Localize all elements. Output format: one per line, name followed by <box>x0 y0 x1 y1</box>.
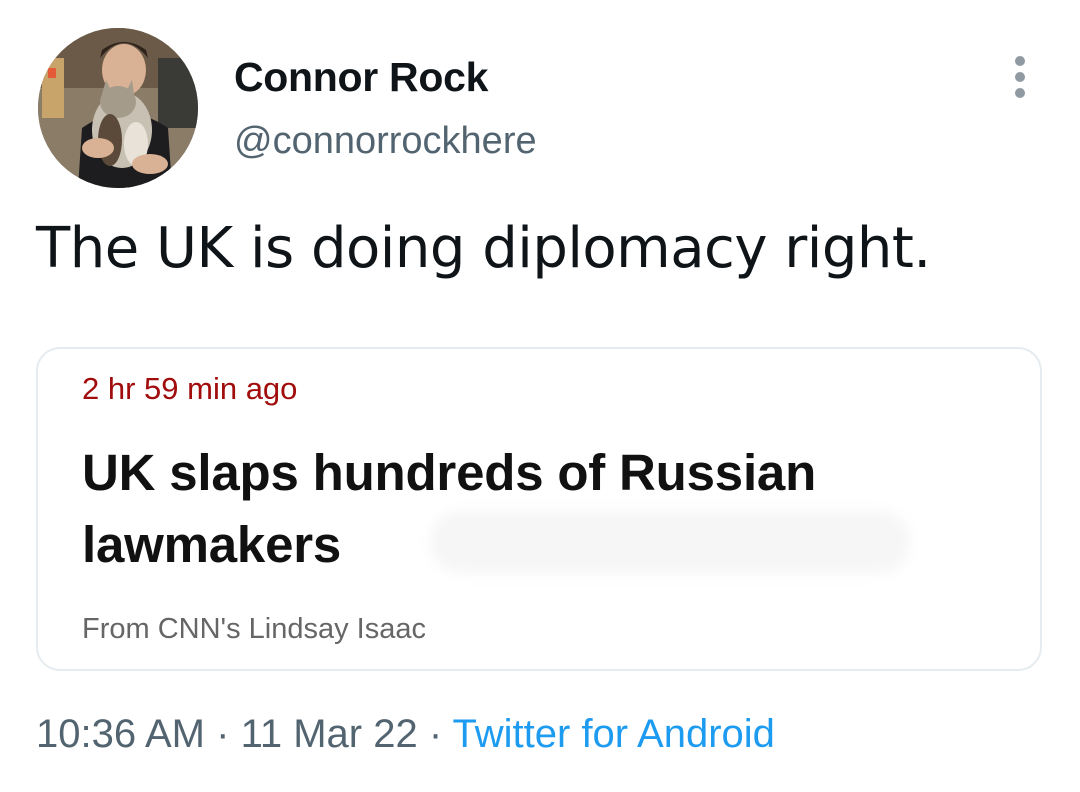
card-time-ago: 2 hr 59 min ago <box>82 371 298 406</box>
attached-image-card[interactable]: 2 hr 59 min ago UK slaps hundreds of Rus… <box>36 347 1042 671</box>
avatar-photo <box>38 28 198 188</box>
more-options-icon-dot <box>1015 88 1025 98</box>
tweet-meta: 10:36 AM · 11 Mar 22 · Twitter for Andro… <box>36 712 775 757</box>
card-headline: UK slaps hundreds of Russian lawmakers <box>82 444 817 573</box>
source-app-link[interactable]: Twitter for Android <box>453 712 775 756</box>
tweet-date[interactable]: 11 Mar 22 <box>241 712 418 756</box>
author-display-name[interactable]: Connor Rock <box>234 54 488 101</box>
tweet-text: The UK is doing diplomacy right. <box>36 216 931 281</box>
more-options-icon <box>1015 56 1025 66</box>
tweet-time[interactable]: 10:36 AM <box>36 712 205 756</box>
author-handle[interactable]: @connorrockhere <box>234 120 537 163</box>
tweet: Connor Rock @connorrockhere The UK is do… <box>0 0 1080 792</box>
meta-separator: · <box>205 712 241 756</box>
meta-separator: · <box>417 712 453 756</box>
card-source: From CNN's Lindsay Isaac <box>82 613 426 645</box>
avatar[interactable] <box>38 28 198 188</box>
more-options-button[interactable] <box>1002 52 1038 102</box>
more-options-icon-dot <box>1015 72 1025 82</box>
